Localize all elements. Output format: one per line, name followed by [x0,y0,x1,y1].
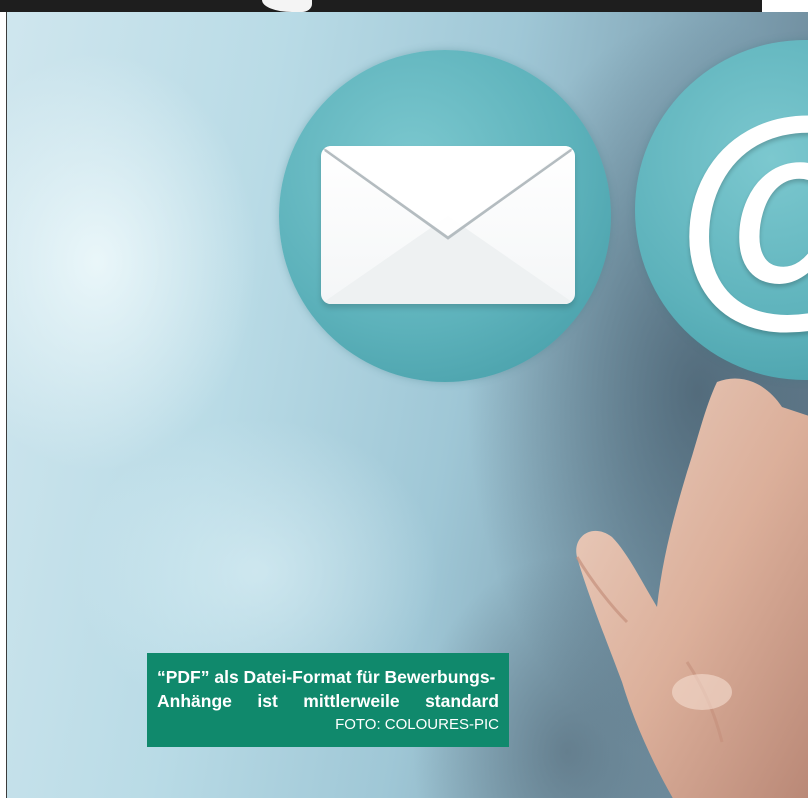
at-sign-bubble: @ [635,40,808,380]
photo: @ “PDF” als Datei-Format für Bewerbungs-… [7,12,808,798]
caption-word: mittlerweile [303,691,400,711]
pointing-hand [575,378,808,798]
photo-credit: FOTO: COLOURES-PIC [335,716,499,733]
photo-caption: “PDF” als Datei-Format für Bewerbungs- A… [147,653,509,747]
at-sign-icon: @ [675,82,808,332]
caption-word: Anhänge [157,691,232,711]
top-bar [0,0,762,12]
caption-word: standard [425,691,499,711]
top-bar-swoosh [262,0,312,12]
envelope-bubble [279,50,611,382]
envelope-icon [321,146,575,304]
caption-word: ist [257,691,278,711]
article-photo-page: @ “PDF” als Datei-Format für Bewerbungs-… [0,0,808,798]
caption-line-1: “PDF” als Datei-Format für Bewerbungs- [157,667,496,687]
caption-line-2: Anhänge ist mittlerweile standard [157,689,499,713]
